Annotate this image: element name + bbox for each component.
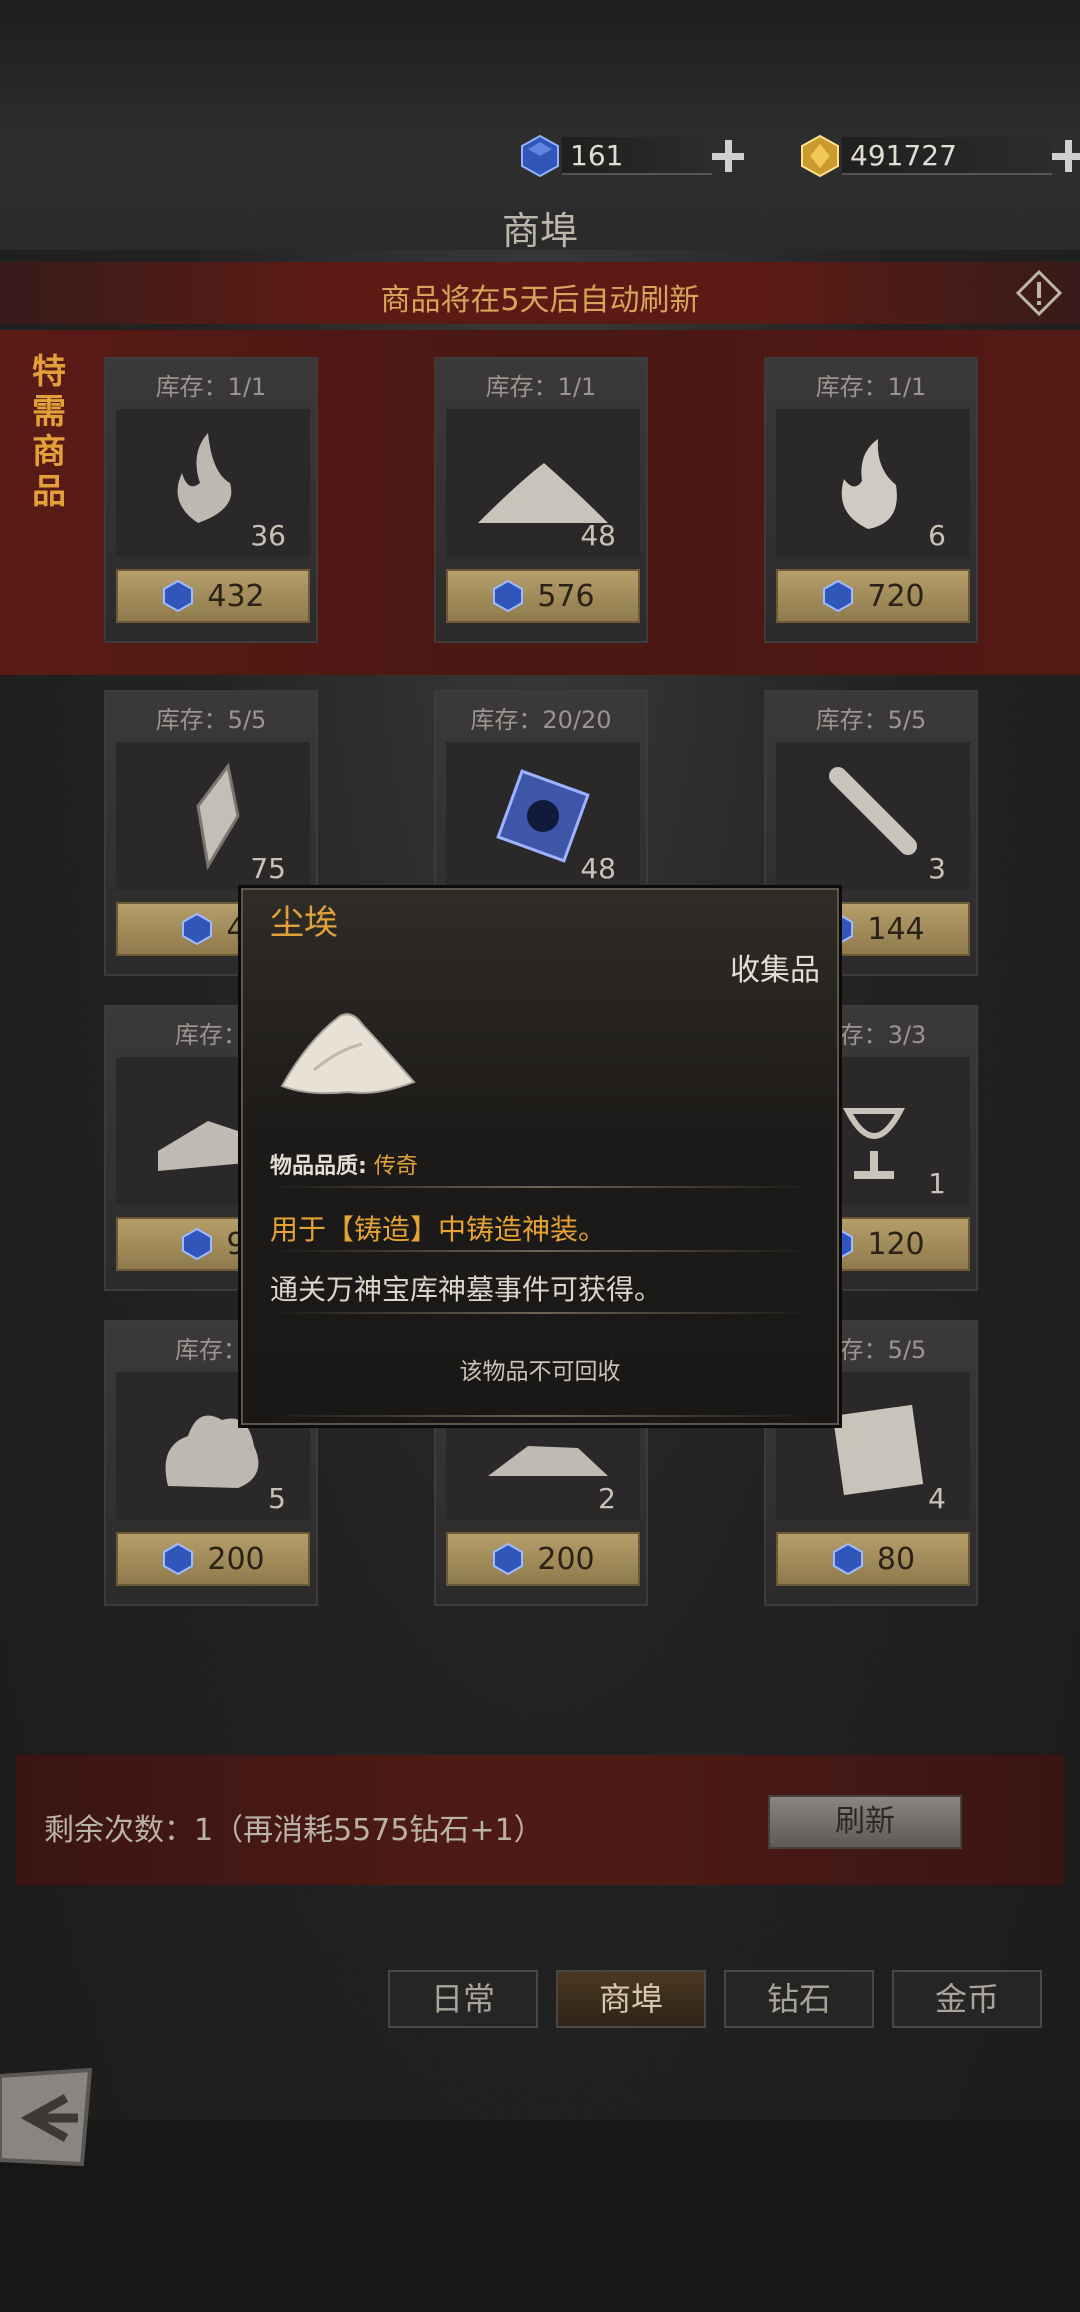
item-stock: 库存：5/5: [815, 706, 927, 734]
item-count: 2: [598, 1482, 616, 1515]
item-quality: 物品品质: 传奇: [270, 1154, 418, 1179]
item-count: 1: [928, 1167, 946, 1200]
buy-price-button[interactable]: 200: [116, 1532, 310, 1586]
buy-price-button[interactable]: 80: [776, 1532, 970, 1586]
item-count: 75: [250, 852, 286, 885]
item-price: 80: [876, 1541, 916, 1577]
item-price: 720: [867, 578, 925, 614]
item-count: 5: [268, 1482, 286, 1515]
gold-amount: 491727: [850, 138, 957, 172]
diamond-icon: [182, 912, 213, 946]
dust-pile-icon: [280, 1013, 416, 1095]
item-count: 48: [580, 852, 616, 885]
item-price: 200: [207, 1541, 265, 1577]
divider: [268, 1415, 813, 1417]
item-price: 576: [537, 578, 595, 614]
bottom-bar: [0, 2120, 1080, 2312]
buy-price-button[interactable]: 720: [776, 569, 970, 623]
refresh-button[interactable]: 刷新: [768, 1795, 962, 1849]
back-button[interactable]: [0, 2068, 96, 2168]
diamond-icon: [832, 1542, 863, 1576]
diamond-amount: 161: [570, 138, 624, 172]
blue-gem-icon: [521, 134, 559, 178]
buy-price-button[interactable]: 432: [116, 569, 310, 623]
tab-diamond[interactable]: 钻石: [724, 1970, 874, 2028]
item-stock: 库存：1/1: [485, 373, 597, 401]
add-diamond-button[interactable]: [712, 140, 744, 172]
bone-club-icon: [829, 767, 917, 855]
item-stock: 库存：1/1: [155, 373, 267, 401]
divider: [268, 1186, 813, 1188]
shop-item-card[interactable]: 库存：1/1 6 720: [764, 357, 978, 643]
shop-item-card[interactable]: 库存：1/1 48 576: [434, 357, 648, 643]
item-name: 尘埃: [270, 903, 338, 943]
item-count: 6: [928, 519, 946, 552]
diamond-icon: [823, 579, 854, 613]
add-gold-button[interactable]: [1052, 140, 1080, 172]
diamond-currency: 161: [518, 128, 744, 184]
item-usage: 用于【铸造】中铸造神装。: [270, 1213, 607, 1246]
item-stock: 库存：1/1: [815, 373, 927, 401]
diamond-icon: [493, 1542, 524, 1576]
buy-price-button[interactable]: 200: [446, 1532, 640, 1586]
tab-daily[interactable]: 日常: [388, 1970, 538, 2028]
item-source: 通关万神宝库神墓事件可获得。: [270, 1273, 663, 1306]
remaining-refresh-text: 剩余次数：1（再消耗5575钻石+1）: [44, 1813, 544, 1848]
divider: [268, 1250, 813, 1252]
item-count: 48: [580, 519, 616, 552]
item-price: 144: [867, 911, 925, 947]
shop-item-card[interactable]: 库存：1/1 36 432: [104, 357, 318, 643]
item-type: 收集品: [730, 953, 820, 988]
quality-value: 传奇: [373, 1154, 418, 1179]
tab-gold[interactable]: 金币: [892, 1970, 1042, 2028]
buy-price-button[interactable]: 576: [446, 569, 640, 623]
item-stock: 库存：20/20: [470, 706, 612, 734]
page-title: 商埠: [501, 209, 578, 253]
item-count: 4: [928, 1482, 946, 1515]
item-price: 432: [207, 578, 265, 614]
diamond-icon: [182, 1227, 213, 1261]
gold-gem-icon: [801, 134, 839, 178]
special-goods-label: 特 需 商 品: [32, 352, 66, 512]
gold-currency: 491727: [798, 128, 1080, 184]
diamond-icon: [493, 579, 524, 613]
info-icon[interactable]: [1016, 270, 1062, 316]
divider: [268, 1312, 813, 1314]
diamond-icon: [163, 579, 194, 613]
item-count: 36: [250, 519, 286, 552]
item-price: 120: [867, 1226, 925, 1262]
fire-icon: [841, 439, 897, 529]
item-stock: 库存：5/5: [155, 706, 267, 734]
item-price: 200: [537, 1541, 595, 1577]
tab-market[interactable]: 商埠: [556, 1970, 706, 2028]
diamond-icon: [163, 1542, 194, 1576]
item-count: 3: [928, 852, 946, 885]
banner-text: 商品将在5天后自动刷新: [380, 283, 700, 318]
recycle-note: 该物品不可回收: [459, 1359, 621, 1385]
